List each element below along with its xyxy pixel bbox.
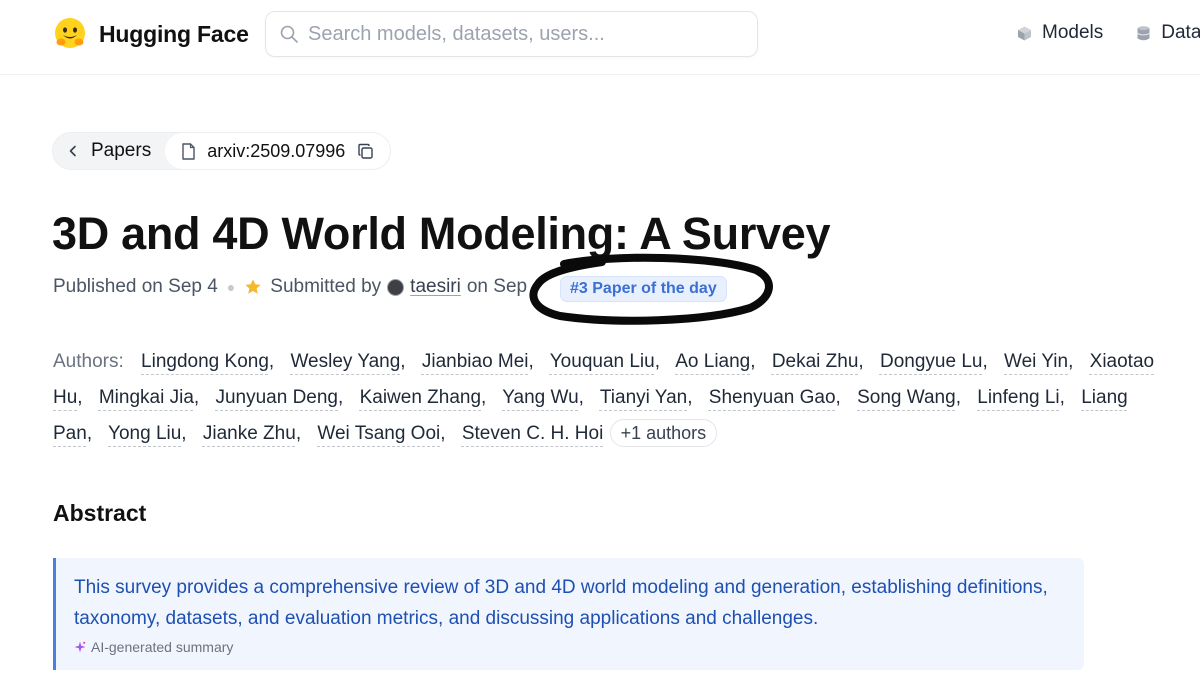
author-link[interactable]: Mingkai Jia bbox=[99, 387, 194, 408]
submitted-by-label: Submitted by bbox=[270, 276, 382, 297]
more-authors-button[interactable]: +1 authors bbox=[609, 419, 718, 447]
file-icon bbox=[182, 142, 195, 160]
back-to-papers-link[interactable]: Papers bbox=[53, 133, 165, 169]
ai-summary-text: This survey provides a comprehensive rev… bbox=[74, 577, 1048, 629]
author-link[interactable]: Tianyi Yan bbox=[600, 387, 687, 408]
paper-of-the-day-badge[interactable]: #3 Paper of the day bbox=[560, 276, 727, 302]
star-icon bbox=[245, 279, 261, 294]
submitter-avatar[interactable] bbox=[387, 278, 405, 296]
main-nav: Models Datasets bbox=[1016, 22, 1200, 44]
author-link[interactable]: Yong Liu bbox=[108, 423, 181, 444]
author-link[interactable]: Jianbiao Mei bbox=[422, 351, 529, 372]
abstract-heading: Abstract bbox=[53, 500, 147, 526]
author-link[interactable]: Youquan Liu bbox=[550, 351, 655, 372]
chevron-left-icon bbox=[69, 145, 76, 157]
author-link[interactable]: Dongyue Lu bbox=[880, 351, 982, 372]
published-date: Published on Sep 4 bbox=[53, 276, 218, 297]
authors-list: Authors: Lingdong Kong, Wesley Yang, Jia… bbox=[53, 344, 1173, 452]
copy-icon[interactable] bbox=[357, 143, 374, 160]
author-link[interactable]: Wesley Yang bbox=[290, 351, 400, 372]
author-link[interactable]: Shenyuan Gao bbox=[709, 387, 836, 408]
author-link[interactable]: Wei Tsang Ooi bbox=[317, 423, 440, 444]
author-link[interactable]: Dekai Zhu bbox=[772, 351, 859, 372]
top-header: Hugging Face Models Datasets bbox=[0, 0, 1200, 75]
nav-datasets-label: Datasets bbox=[1161, 22, 1200, 43]
nav-datasets[interactable]: Datasets bbox=[1135, 22, 1200, 44]
nav-models-label: Models bbox=[1042, 22, 1104, 43]
author-link[interactable]: Song Wang bbox=[857, 387, 956, 408]
author-link[interactable]: Lingdong Kong bbox=[141, 351, 269, 372]
search-input[interactable] bbox=[308, 22, 728, 46]
search-box[interactable] bbox=[265, 11, 758, 57]
author-link[interactable]: Jianke Zhu bbox=[203, 423, 296, 444]
logo-link[interactable]: Hugging Face bbox=[52, 16, 249, 52]
nav-models[interactable]: Models bbox=[1016, 22, 1103, 44]
authors-label: Authors: bbox=[53, 351, 124, 372]
breadcrumb: Papers arxiv:2509.07996 bbox=[52, 132, 392, 170]
ai-generated-text: AI-generated summary bbox=[91, 639, 234, 655]
ai-generated-label: AI-generated summary bbox=[74, 639, 1066, 655]
cube-icon bbox=[1018, 26, 1031, 40]
paper-title: 3D and 4D World Modeling: A Survey bbox=[52, 208, 831, 259]
ai-summary-box: This survey provides a comprehensive rev… bbox=[53, 558, 1084, 670]
submitter-link[interactable]: taesiri bbox=[410, 276, 461, 298]
author-link[interactable]: Junyuan Deng bbox=[215, 387, 338, 408]
paper-id-chip: arxiv:2509.07996 bbox=[165, 133, 391, 169]
author-link[interactable]: Wei Yin bbox=[1004, 351, 1068, 372]
paper-id: arxiv:2509.07996 bbox=[207, 140, 346, 161]
author-link[interactable]: Linfeng Li bbox=[977, 387, 1059, 408]
hugging-face-logo-icon bbox=[55, 18, 85, 48]
author-link[interactable]: Kaiwen Zhang bbox=[360, 387, 481, 408]
author-link[interactable]: Ao Liang bbox=[675, 351, 750, 372]
search-icon bbox=[280, 25, 298, 43]
author-link[interactable]: Yang Wu bbox=[502, 387, 578, 408]
submitted-on: on Sep bbox=[466, 276, 528, 297]
back-label: Papers bbox=[91, 140, 152, 161]
paper-meta: Published on Sep 4 ● Submitted by taesir… bbox=[53, 276, 527, 298]
meta-separator: ● bbox=[226, 279, 236, 295]
database-icon bbox=[1137, 25, 1150, 40]
logo-text: Hugging Face bbox=[99, 20, 249, 47]
sparkle-icon bbox=[74, 641, 86, 653]
author-link[interactable]: Steven C. H. Hoi bbox=[462, 423, 604, 444]
